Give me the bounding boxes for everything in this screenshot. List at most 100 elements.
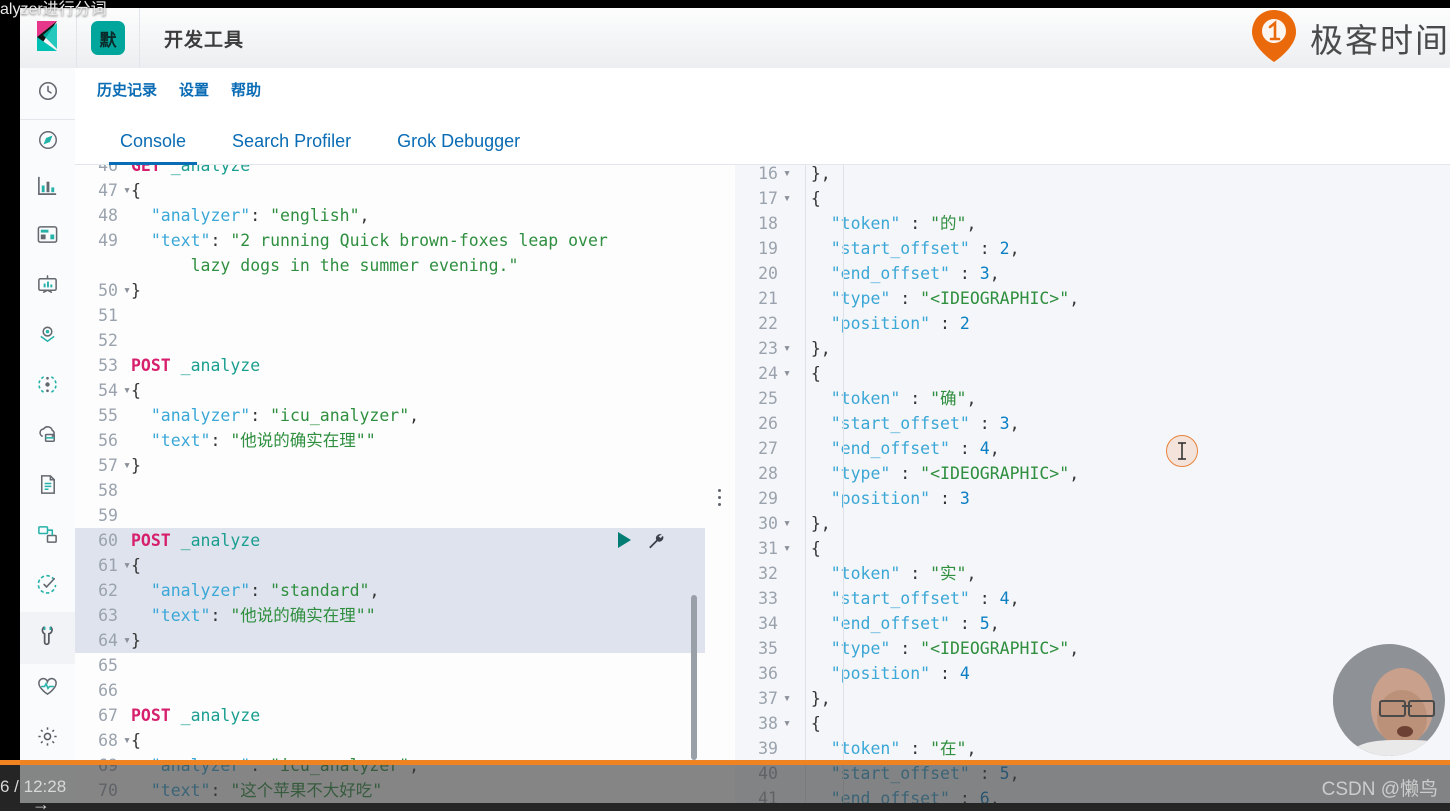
geektime-pin-icon: [1248, 8, 1300, 71]
code-token: "start_offset": [830, 239, 970, 258]
code-line: GET _analyze: [131, 165, 705, 178]
code-token: "在": [930, 739, 967, 758]
sidebar-item-management[interactable]: [20, 714, 75, 764]
tab-grok-debugger[interactable]: Grok Debugger: [374, 131, 543, 164]
code-line: POST _analyze: [131, 703, 705, 728]
code-line: {: [131, 728, 705, 753]
code-token: {: [131, 731, 141, 750]
code-token: "<IDEOGRAPHIC>": [920, 639, 1070, 658]
code-token: 4: [999, 589, 1010, 608]
tab-search-profiler[interactable]: Search Profiler: [209, 131, 374, 164]
line-number: 33: [758, 589, 778, 608]
editor-code-area[interactable]: GET _analyze { "analyzer": "english", "te…: [131, 165, 705, 803]
code-line: "start_offset" : 2,: [791, 236, 1450, 261]
dashboard-icon: [36, 223, 59, 251]
video-next-arrow-icon[interactable]: →: [32, 794, 50, 811]
code-token: POST: [131, 706, 181, 725]
code-token: ,: [966, 214, 977, 233]
code-token: }: [131, 281, 141, 300]
panel-splitter[interactable]: [705, 165, 735, 803]
video-progress-bar[interactable]: [0, 760, 1450, 765]
fold-toggle-icon[interactable]: ▾: [783, 165, 791, 186]
sidebar-item-logs[interactable]: [20, 462, 75, 512]
code-token: {: [810, 539, 821, 558]
fold-toggle-icon[interactable]: ▾: [123, 178, 131, 203]
sidebar-item-recently-viewed[interactable]: [20, 68, 75, 120]
code-token: POST: [131, 531, 181, 550]
fold-toggle-icon[interactable]: ▾: [123, 453, 131, 478]
fold-toggle-icon[interactable]: ▾: [783, 711, 791, 736]
fold-toggle-icon[interactable]: ▾: [783, 186, 791, 211]
cloud-server-icon: [36, 423, 59, 451]
nav-link-help[interactable]: 帮助: [231, 79, 261, 100]
tab-console[interactable]: Console: [97, 131, 209, 165]
code-token: "token": [830, 739, 901, 758]
code-token: "analyzer": [150, 206, 251, 225]
fold-toggle-icon[interactable]: ▾: [783, 336, 791, 361]
compass-icon: [37, 129, 59, 156]
fold-toggle-icon[interactable]: ▾: [123, 628, 131, 653]
drag-handle-icon[interactable]: [716, 485, 722, 511]
code-token: :: [210, 231, 231, 250]
code-line: POST _analyze: [131, 353, 705, 378]
fold-toggle-icon[interactable]: ▾: [783, 361, 791, 386]
play-icon[interactable]: [615, 531, 633, 555]
sidebar-item-discover[interactable]: [20, 120, 75, 164]
sidebar-item-monitoring[interactable]: [20, 664, 75, 714]
sidebar-item-apm[interactable]: [20, 512, 75, 562]
fold-toggle-icon[interactable]: ▾: [123, 378, 131, 403]
code-line: {: [131, 378, 705, 403]
wrench-icon[interactable]: [646, 531, 665, 555]
line-number: 19: [758, 239, 778, 258]
fold-toggle-icon[interactable]: ▾: [123, 278, 131, 303]
fold-toggle-icon[interactable]: ▾: [783, 511, 791, 536]
line-number: 60: [98, 531, 118, 550]
code-token: ,: [989, 439, 1000, 458]
code-token: "type": [830, 639, 891, 658]
line-number: 67: [98, 706, 118, 725]
line-number: 56: [98, 431, 118, 450]
code-token: :: [900, 214, 931, 233]
fold-toggle-icon[interactable]: ▾: [783, 686, 791, 711]
sidebar-item-dev-tools[interactable]: [20, 612, 75, 664]
sidebar-item-canvas[interactable]: [20, 262, 75, 312]
code-token: :: [210, 606, 231, 625]
nav-link-history[interactable]: 历史记录: [97, 79, 157, 100]
sidebar-item-uptime[interactable]: [20, 562, 75, 612]
sidebar-item-dashboard[interactable]: [20, 212, 75, 262]
code-token: ,: [1009, 414, 1020, 433]
presenter-video-thumbnail: [1333, 644, 1445, 756]
line-number: 50 ▾: [75, 278, 131, 303]
sidebar-item-machine-learning[interactable]: [20, 362, 75, 412]
code-token: "的": [930, 214, 967, 233]
fold-toggle-icon[interactable]: ▾: [123, 728, 131, 753]
sidebar-item-infrastructure[interactable]: [20, 412, 75, 462]
code-token: ,: [966, 564, 977, 583]
nav-link-settings[interactable]: 设置: [179, 79, 209, 100]
brand-name: 极客时间: [1310, 21, 1450, 60]
document-icon: [36, 473, 59, 501]
fold-toggle-icon[interactable]: ▾: [783, 536, 791, 561]
fold-toggle-icon[interactable]: ▾: [123, 553, 131, 578]
code-token: ,: [369, 581, 380, 600]
code-token: "analyzer": [150, 406, 251, 425]
apm-icon: [36, 523, 59, 551]
line-number: [75, 253, 123, 278]
sidebar-item-visualize[interactable]: [20, 164, 75, 212]
editor-scrollbar[interactable]: [691, 595, 697, 760]
sidebar-item-maps[interactable]: [20, 312, 75, 362]
line-number: 25: [758, 389, 778, 408]
video-frame: alyzer进行分词 默 开发工具 极客时间 历史记录 设置 帮助 Consol…: [0, 0, 1450, 811]
code-token: 4: [959, 664, 970, 683]
line-number: 58: [98, 481, 118, 500]
request-editor[interactable]: 46 47 ▾ 48 49 50 ▾ 51 52 53 54 ▾ 55 56 57 ▾ 58 59 60 61 ▾ 62 6…: [75, 165, 705, 803]
code-line: }: [131, 453, 705, 478]
